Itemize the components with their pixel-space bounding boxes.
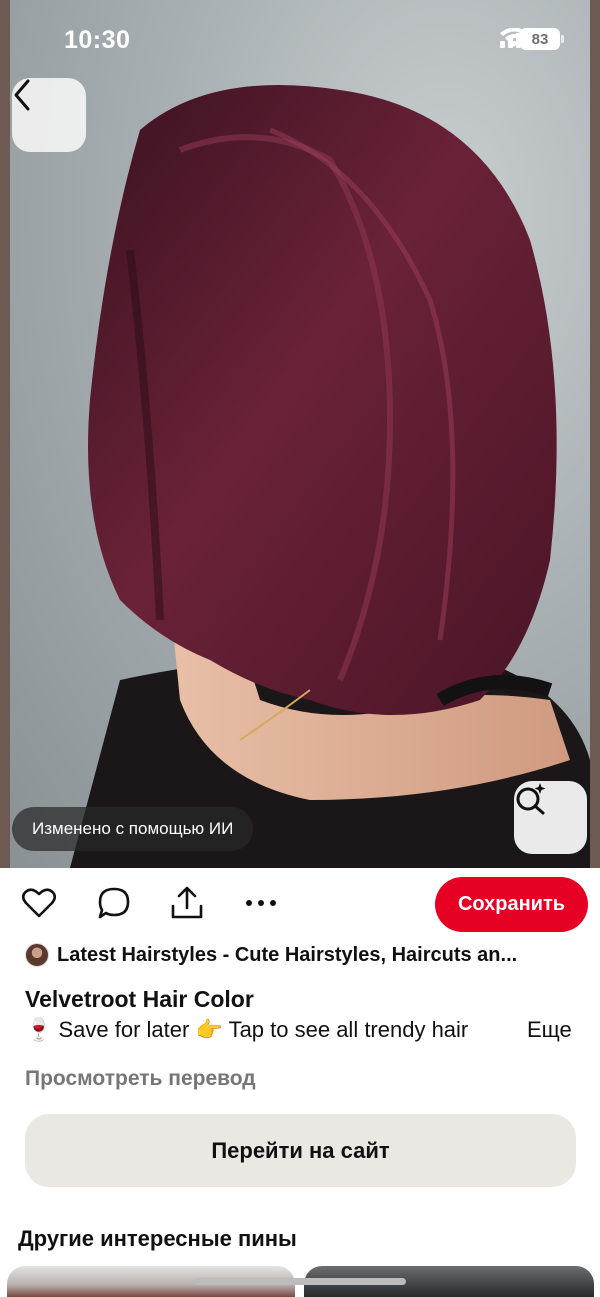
save-button[interactable]: Сохранить: [435, 877, 588, 932]
visual-search-button[interactable]: [514, 781, 587, 854]
home-indicator: [194, 1278, 406, 1285]
pin-photo-background: [10, 0, 590, 868]
pin-description: 🍷 Save for later 👉 Tap to see all trendy…: [25, 1017, 585, 1049]
heart-icon[interactable]: [22, 886, 56, 920]
more-options-icon[interactable]: [244, 886, 278, 920]
pin-image[interactable]: 10:30 83 Изменено с помощью ИИ: [0, 0, 600, 868]
more-link[interactable]: Еще: [527, 1017, 572, 1043]
back-button[interactable]: [12, 78, 86, 152]
pin-source[interactable]: Latest Hairstyles - Cute Hairstyles, Hai…: [25, 943, 517, 967]
pin-title: Velvetroot Hair Color: [25, 986, 254, 1012]
pin-description-text: 🍷 Save for later 👉 Tap to see all trendy…: [25, 1017, 469, 1042]
ai-modified-badge: Изменено с помощью ИИ: [12, 807, 254, 851]
pin-photo-illustration: [70, 85, 590, 868]
pin-actions: Сохранить: [0, 868, 600, 940]
status-time: 10:30: [64, 26, 131, 54]
more-pins-heading: Другие интересные пины: [18, 1226, 297, 1251]
comment-icon[interactable]: [97, 886, 131, 920]
source-name: Latest Hairstyles - Cute Hairstyles, Hai…: [57, 943, 518, 966]
view-translation-link[interactable]: Просмотреть перевод: [25, 1067, 256, 1091]
visit-site-button[interactable]: Перейти на сайт: [25, 1114, 576, 1187]
avatar: [25, 943, 49, 967]
battery-icon: 83: [520, 28, 564, 50]
status-icons: 83: [500, 28, 564, 50]
share-icon[interactable]: [170, 886, 204, 920]
